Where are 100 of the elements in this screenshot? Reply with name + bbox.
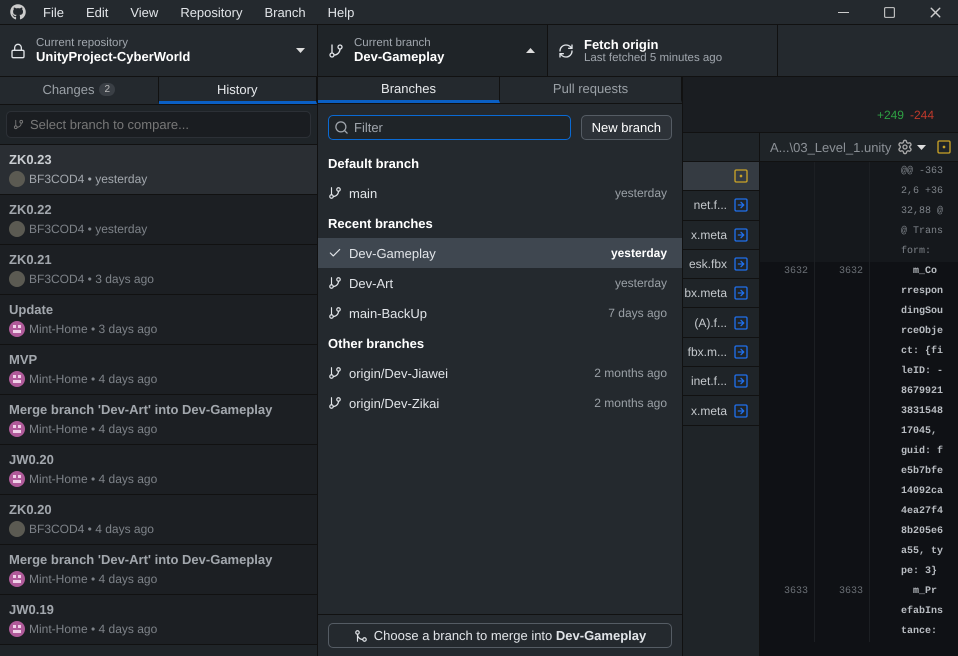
tab[interactable]: Branches <box>318 77 500 103</box>
menu-item[interactable]: Help <box>316 4 366 20</box>
toolbar-label: Current branch <box>354 37 432 49</box>
commit-title: Merge branch 'Dev-Art' into Dev-Gameplay <box>9 552 274 567</box>
last-updated-time: yesterday <box>614 276 667 290</box>
last-updated-time: 2 months ago <box>594 396 667 410</box>
merge-icon <box>354 628 368 642</box>
fetch-title: Fetch origin <box>584 37 660 52</box>
commit-meta: Mint-Home • 3 days ago <box>29 322 158 336</box>
commit-item[interactable]: ZK0.23 BF3COD4 • yesterday <box>0 145 317 195</box>
last-updated-time: 2 months ago <box>594 366 667 380</box>
commit-item[interactable]: Merge branch 'Dev-Art' into Dev-Gameplay Mint-Home • 4 days ago <box>0 545 317 595</box>
search-icon <box>334 120 349 135</box>
commit-item[interactable]: ZK0.20 BF3COD4 • 4 days ago <box>0 495 317 545</box>
branch-label: Dev-Art <box>349 276 394 290</box>
commit-meta: BF3COD4 • yesterday <box>29 222 148 236</box>
menu-item[interactable]: Edit <box>74 4 120 20</box>
last-updated-time: 7 days ago <box>608 306 667 320</box>
branch-name: Dev-Gameplay <box>354 49 446 64</box>
branch-icon <box>328 42 344 58</box>
caret-icon <box>526 48 535 53</box>
branch-option[interactable]: origin/Dev-Zikai 2 months ago <box>318 388 682 418</box>
commit-title: ZK0.22 <box>9 202 53 217</box>
section-heading: Recent branches <box>327 214 434 232</box>
commit-meta: BF3COD4 • 4 days ago <box>29 522 154 536</box>
file-name: x.meta <box>690 228 727 242</box>
branch-selector[interactable]: Current branch Dev-Gameplay <box>318 25 548 76</box>
hunk-header: @@ -3632,6 +3632,88 @@ Transform: <box>901 164 943 259</box>
github-logo-icon <box>10 4 26 20</box>
commit-item[interactable]: JW0.20 Mint-Home • 4 days ago <box>0 445 317 495</box>
commit-title: MVP <box>9 352 38 367</box>
file-name: (A).f... <box>694 316 727 330</box>
commit-meta: Mint-Home • 4 days ago <box>29 472 158 486</box>
repository-name: UnityProject-CyberWorld <box>36 49 192 64</box>
branch-label: origin/Dev-Jiawei <box>349 366 449 380</box>
compare-branch-field[interactable]: Select branch to compare... <box>6 111 311 138</box>
fetch-subtitle: Last fetched 5 minutes ago <box>584 52 724 64</box>
section-heading: Other branches <box>327 334 426 352</box>
branch-option[interactable]: main yesterday <box>318 178 682 208</box>
branch-option[interactable]: origin/Dev-Jiawei 2 months ago <box>318 358 682 388</box>
line-number: 3633 <box>760 582 815 642</box>
tab[interactable]: Changes 2 <box>0 77 158 104</box>
identicon-avatar-icon <box>9 371 25 387</box>
caret-icon <box>917 144 926 150</box>
toolbar-label: Current repository <box>36 37 130 49</box>
branch-icon <box>13 119 24 130</box>
commit-meta: BF3COD4 • yesterday <box>29 172 148 186</box>
file-name: bx.meta <box>684 286 727 300</box>
filter-field[interactable]: Filter <box>328 115 571 140</box>
commit-title: ZK0.23 <box>9 152 53 167</box>
caret-icon <box>296 48 305 53</box>
menu-item[interactable]: View <box>119 4 170 20</box>
additions-count: +249 <box>876 108 904 122</box>
commit-meta: Mint-Home • 4 days ago <box>29 372 158 386</box>
identicon-avatar-icon <box>9 321 25 337</box>
branch-label: Dev-Gameplay <box>349 246 437 260</box>
commit-item[interactable]: Merge branch 'Dev-Art' into Dev-Gameplay Mint-Home • 4 days ago <box>0 395 317 445</box>
commit-item[interactable]: JW0.19 Mint-Home • 4 days ago <box>0 595 317 645</box>
branch-option[interactable]: main-BackUp 7 days ago <box>318 298 682 328</box>
commit-title: Merge branch 'Dev-Art' into Dev-Gameplay <box>9 402 274 417</box>
line-number: 3633 <box>815 582 870 642</box>
commit-item[interactable]: Update Mint-Home • 3 days ago <box>0 295 317 345</box>
commit-item[interactable]: MVP Mint-Home • 4 days ago <box>0 345 317 395</box>
new-branch-button[interactable]: New branch <box>580 115 672 140</box>
branch-icon <box>328 366 342 380</box>
last-updated-time: yesterday <box>610 246 667 260</box>
commit-title: ZK0.20 <box>9 502 53 517</box>
branch-icon <box>328 396 342 410</box>
commit-title: Update <box>9 302 54 317</box>
count-badge: 2 <box>99 82 116 96</box>
branch-option[interactable]: Dev-Gameplay yesterday <box>318 238 682 268</box>
branch-label: main-BackUp <box>349 306 428 320</box>
lock-icon <box>10 42 26 58</box>
branch-label: main <box>349 186 378 200</box>
menu-item[interactable]: Branch <box>253 4 317 20</box>
deletions-count: -244 <box>910 108 934 122</box>
menu-item[interactable]: Repository <box>169 4 254 20</box>
modified-file-icon <box>936 139 952 155</box>
merge-button[interactable]: Choose a branch to merge into Dev-Gameplay <box>328 623 672 648</box>
last-updated-time: yesterday <box>614 186 667 200</box>
commit-title: JW0.20 <box>9 452 55 467</box>
commit-meta: Mint-Home • 4 days ago <box>29 572 158 586</box>
menu-item[interactable]: File <box>32 4 75 20</box>
branch-option[interactable]: Dev-Art yesterday <box>318 268 682 298</box>
file-name: x.meta <box>690 404 727 418</box>
file-name: esk.fbx <box>688 257 727 272</box>
commit-item[interactable]: ZK0.21 BF3COD4 • 3 days ago <box>0 245 317 295</box>
branch-icon <box>328 306 342 320</box>
tab[interactable]: History <box>158 77 317 104</box>
commit-title: ZK0.21 <box>9 252 53 267</box>
commit-item[interactable]: ZK0.22 BF3COD4 • yesterday <box>0 195 317 245</box>
commit-meta: Mint-Home • 4 days ago <box>29 622 158 636</box>
file-name: fbx.m... <box>688 344 727 359</box>
identicon-avatar-icon <box>9 471 25 487</box>
branch-icon <box>328 186 342 200</box>
commit-meta: Mint-Home • 4 days ago <box>29 422 158 436</box>
settings-icon[interactable] <box>897 139 913 155</box>
code-line: m_PrefabInstance: <box>901 585 943 639</box>
file-path: A...\03_Level_1.unity <box>770 140 892 154</box>
file-name: inet.f... <box>690 374 727 388</box>
